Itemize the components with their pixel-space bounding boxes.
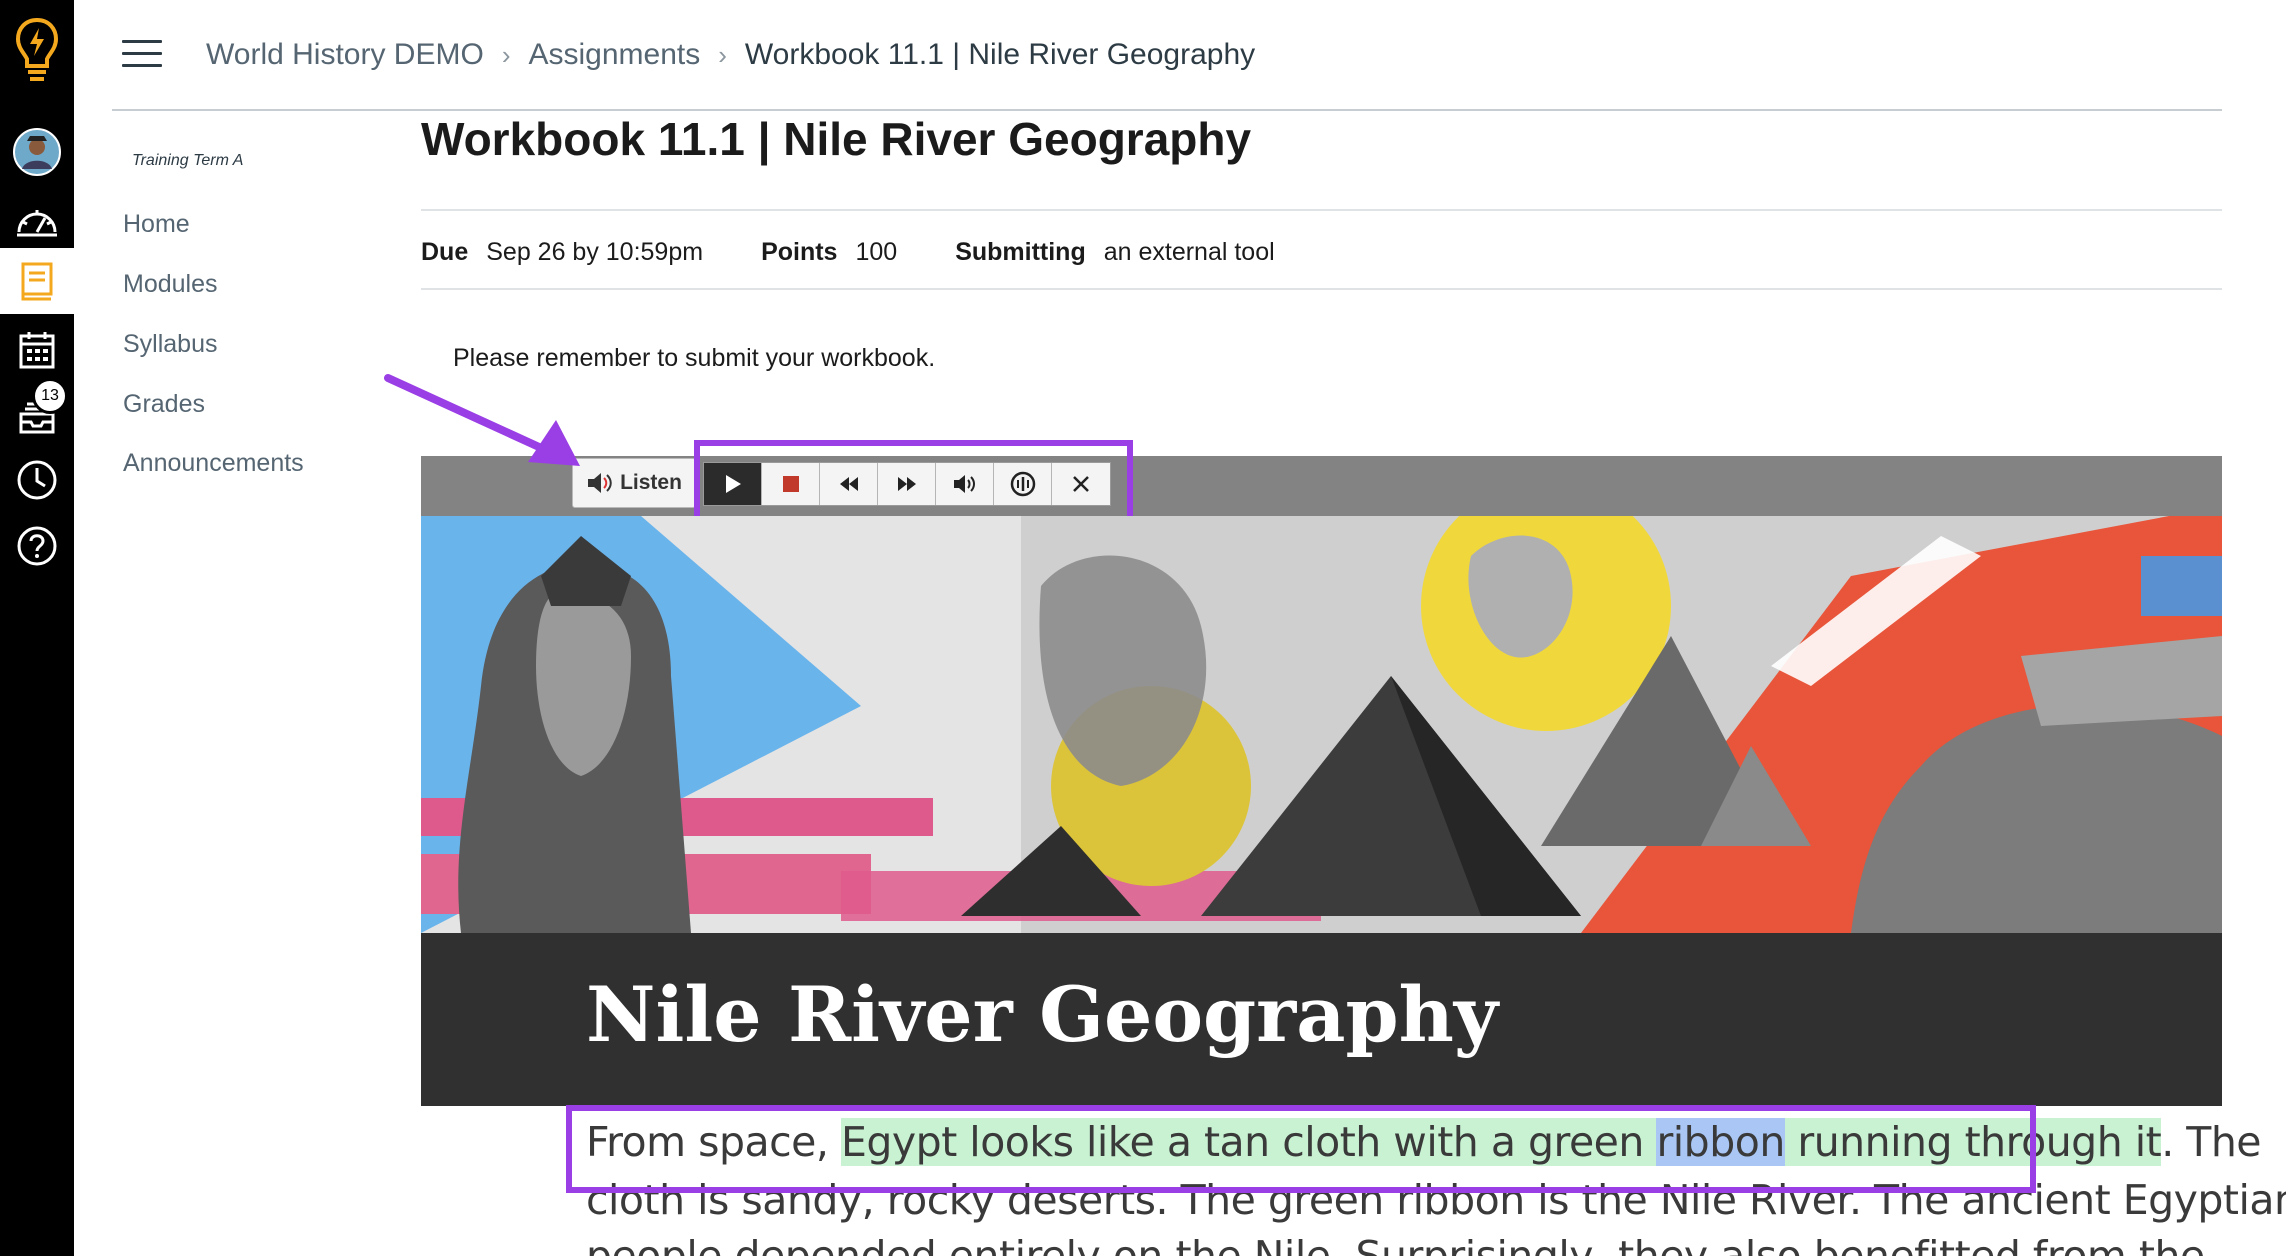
calendar-icon[interactable]	[0, 318, 74, 382]
course-menu-toggle-icon[interactable]	[122, 40, 162, 68]
breadcrumb-chevron-icon: ›	[501, 39, 511, 70]
course-term-label: Training Term A	[132, 152, 244, 169]
paragraph-line-3: people depended entirely on the Nile. Su…	[586, 1232, 2205, 1256]
course-nav-home[interactable]: Home	[123, 210, 190, 239]
points-label: Points	[761, 237, 838, 266]
history-icon[interactable]	[0, 448, 74, 512]
assignment-details: Due Sep 26 by 10:59pm Points 100 Submitt…	[421, 232, 1275, 272]
breadcrumb-course-link[interactable]: World History DEMO	[206, 38, 484, 72]
submitting-value: an external tool	[1103, 237, 1275, 266]
page-title: Workbook 11.1 | Nile River Geography	[421, 113, 1252, 165]
banner-image	[421, 516, 2222, 933]
toolbar-highlight-outline	[694, 440, 1133, 528]
breadcrumb-chevron-icon: ›	[718, 39, 727, 70]
course-nav-announcements[interactable]: Announcements	[123, 449, 304, 478]
course-nav-grades[interactable]: Grades	[123, 390, 205, 419]
help-icon[interactable]	[0, 514, 74, 578]
breadcrumb-current: Workbook 11.1 | Nile River Geography	[744, 38, 1256, 71]
breadcrumb: World History DEMO › Assignments › Workb…	[206, 30, 1255, 80]
text-segment: . The	[2161, 1118, 2262, 1166]
title-divider	[421, 209, 2222, 211]
submitting-label: Submitting	[955, 237, 1086, 266]
global-nav: 13	[0, 0, 74, 1256]
header-divider	[112, 109, 2222, 111]
due-value: Sep 26 by 10:59pm	[486, 237, 704, 266]
sentence-highlight-outline	[566, 1105, 2036, 1193]
listen-label: Listen	[620, 471, 682, 494]
annotation-arrow-icon	[384, 374, 580, 466]
inbox-unread-badge: 13	[32, 378, 68, 414]
banner-title: Nile River Geography	[586, 970, 1498, 1059]
breadcrumb-assignments-link[interactable]: Assignments	[528, 38, 700, 72]
course-nav-syllabus[interactable]: Syllabus	[123, 330, 218, 359]
details-divider	[421, 288, 2222, 290]
dashboard-icon[interactable]	[0, 188, 74, 252]
assignment-note: Please remember to submit your workbook.	[453, 344, 936, 372]
points-value: 100	[855, 237, 898, 266]
courses-icon[interactable]	[0, 248, 74, 314]
course-nav-modules[interactable]: Modules	[123, 270, 218, 299]
account-avatar[interactable]	[0, 120, 74, 184]
due-label: Due	[421, 237, 469, 266]
speaker-icon	[588, 473, 612, 493]
lightbulb-logo-icon[interactable]	[0, 10, 74, 90]
